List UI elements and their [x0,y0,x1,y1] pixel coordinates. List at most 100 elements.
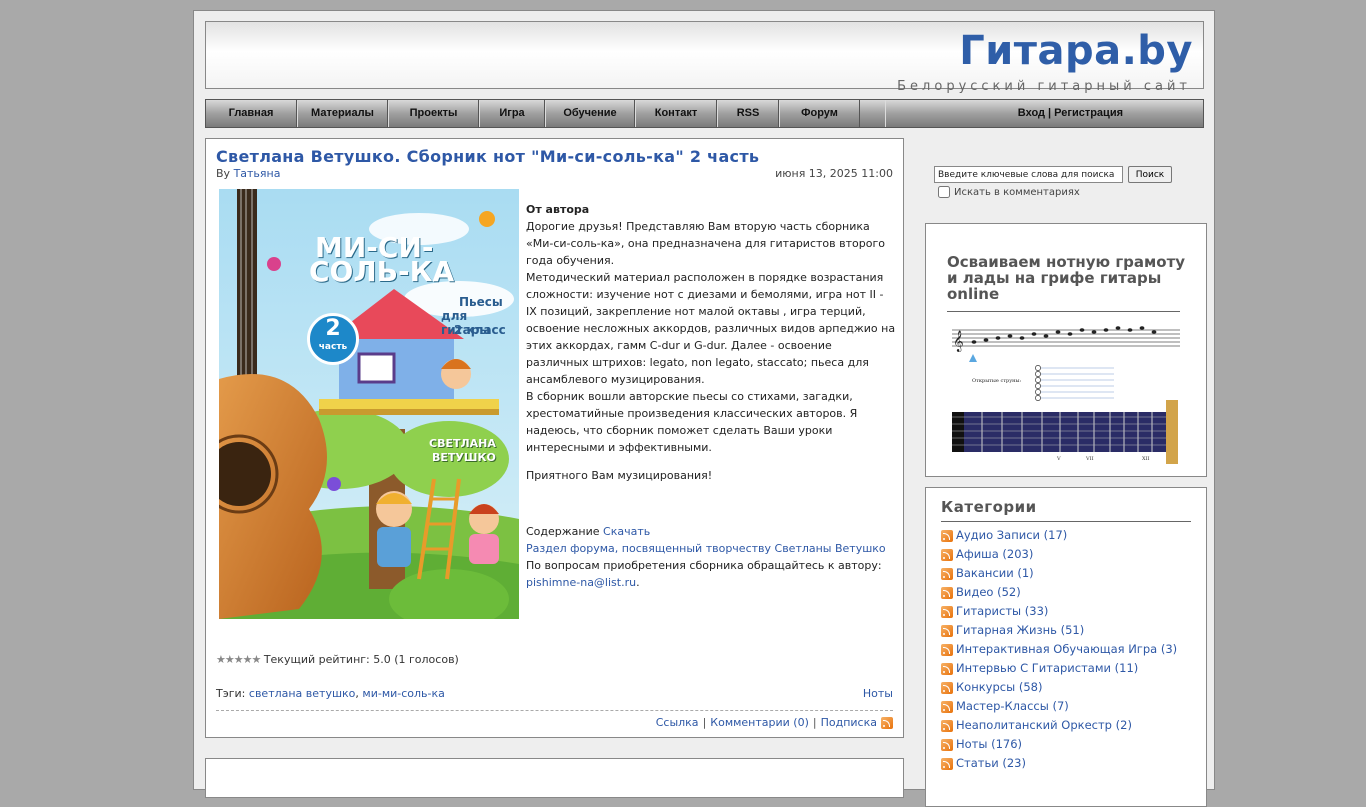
tags-label: Тэги: [216,687,246,700]
post-date: июня 13, 2025 11:00 [775,167,893,180]
category-link[interactable]: Ноты (176) [956,735,1022,754]
fretboard-image[interactable]: 𝄞 Открытые струны: V VII XII [952,324,1182,464]
forum-section-link[interactable]: Раздел форума, посвященный творчеству Св… [526,542,886,555]
fret-mark-v: V [1056,456,1061,462]
category-item[interactable]: Мастер-Классы (7) [941,697,1177,716]
nav-rss[interactable]: RSS [717,100,779,127]
rss-icon[interactable] [941,700,953,713]
rating-stars[interactable]: ★★★★★ [216,653,261,666]
svg-text:𝄞: 𝄞 [953,331,964,352]
fret-mark-vii: VII [1085,456,1094,462]
promo-widget[interactable]: Осваиваем нотную грамоту и лады на грифе… [925,223,1207,477]
post-paragraph: В сборник вошли авторские пьесы со стиха… [526,390,858,454]
category-item[interactable]: Гитаристы (33) [941,602,1177,621]
cover-title-line2: СОЛЬ-КА [309,255,455,288]
category-link[interactable]: Конкурсы (58) [956,678,1042,697]
author-email-link[interactable]: pishimne-na@list.ru [526,576,636,589]
categories-divider [941,521,1191,522]
search-in-comments-label: Искать в комментариях [954,186,1080,198]
category-item[interactable]: Интерактивная Обучающая Игра (3) [941,640,1177,659]
cover-subtitle-line1: Пьесы [459,295,503,309]
nav-home[interactable]: Главная [206,100,297,127]
cover-part-number: 2 [325,316,341,341]
rss-icon[interactable] [941,662,953,675]
category-link[interactable]: Мастер-Классы (7) [956,697,1069,716]
category-link[interactable]: Аудио Записи (17) [956,526,1067,545]
post-category-link[interactable]: Ноты [863,687,893,700]
category-item[interactable]: Видео (52) [941,583,1177,602]
category-link[interactable]: Гитаристы (33) [956,602,1048,621]
tag-link[interactable]: ми-ми-соль-ка [362,687,444,700]
book-cover-image: МИ-СИ- СОЛЬ-КА Пьесы для гитары 2 класс … [219,189,519,619]
nav-login-register[interactable]: Вход | Регистрация [884,100,1203,127]
post-title-link[interactable]: Светлана Ветушко. Сборник нот "Ми-си-сол… [216,147,759,166]
rss-icon[interactable] [941,529,953,542]
download-link[interactable]: Скачать [603,525,650,538]
category-item[interactable]: Аудио Записи (17) [941,526,1177,545]
nav-game[interactable]: Игра [479,100,545,127]
cover-subtitle-line3: 2 класс [454,323,506,337]
next-post-article [205,758,904,798]
contents-label: Содержание [526,525,600,538]
category-item[interactable]: Интервью С Гитаристами (11) [941,659,1177,678]
category-link[interactable]: Афиша (203) [956,545,1033,564]
rss-icon[interactable] [941,586,953,599]
category-link[interactable]: Неаполитанский Оркестр (2) [956,716,1132,735]
category-link[interactable]: Статьи (23) [956,754,1026,773]
nav-contact[interactable]: Контакт [635,100,717,127]
category-link[interactable]: Интерактивная Обучающая Игра (3) [956,640,1177,659]
rating-label: Текущий рейтинг: 5.0 (1 голосов) [263,653,459,666]
nav-materials[interactable]: Материалы [297,100,388,127]
rss-icon[interactable] [941,643,953,656]
search-in-comments-checkbox[interactable] [938,186,950,198]
category-item[interactable]: Вакансии (1) [941,564,1177,583]
rss-icon[interactable] [941,567,953,580]
fret-mark-xii: XII [1142,456,1150,462]
post-tags: Тэги: светлана ветушко, ми-ми-соль-ка [216,687,445,700]
categories-widget: Категории Аудио Записи (17) Афиша (203) … [925,487,1207,807]
category-item[interactable]: Афиша (203) [941,545,1177,564]
subscribe-link[interactable]: Подписка [821,716,877,729]
category-link[interactable]: Интервью С Гитаристами (11) [956,659,1138,678]
permalink-link[interactable]: Ссылка [656,716,699,729]
search-in-comments[interactable]: Искать в комментариях [938,186,1080,198]
rss-icon[interactable] [941,548,953,561]
site-header: Гитара.by Белорусский гитарный сайт [205,21,1204,94]
category-link[interactable]: Видео (52) [956,583,1021,602]
search-button[interactable]: Поиск [1128,166,1172,183]
nav-projects[interactable]: Проекты [388,100,479,127]
nav-forum[interactable]: Форум [779,100,860,127]
rss-icon[interactable] [941,624,953,637]
categories-title: Категории [941,498,1037,516]
category-link[interactable]: Гитарная Жизнь (51) [956,621,1084,640]
post-from-author: От автора [526,203,590,216]
promo-title[interactable]: Осваиваем нотную грамоту и лады на грифе… [947,254,1187,302]
search-input[interactable] [934,166,1123,183]
footer-separator: | [702,716,707,729]
rss-icon[interactable] [941,681,953,694]
purchase-text: По вопросам приобретения сборника обраща… [526,559,882,572]
post-author-link[interactable]: Татьяна [234,167,281,180]
category-item[interactable]: Неаполитанский Оркестр (2) [941,716,1177,735]
cover-part-badge: 2 часть [307,313,359,365]
categories-list: Аудио Записи (17) Афиша (203) Вакансии (… [941,526,1177,773]
category-item[interactable]: Ноты (176) [941,735,1177,754]
post-article: Светлана Ветушко. Сборник нот "Ми-си-сол… [205,138,904,738]
nav-learning[interactable]: Обучение [545,100,635,127]
category-item[interactable]: Гитарная Жизнь (51) [941,621,1177,640]
post-meta: By Татьяна [216,167,280,180]
site-title[interactable]: Гитара.by [959,28,1193,74]
post-paragraph: Методический материал расположен в поряд… [526,271,896,386]
footer-separator: | [812,716,817,729]
rss-icon[interactable] [941,738,953,751]
promo-divider [947,311,1180,312]
rss-icon[interactable] [941,605,953,618]
category-item[interactable]: Конкурсы (58) [941,678,1177,697]
comments-link[interactable]: Комментарии (0) [710,716,809,729]
tag-link[interactable]: светлана ветушко [249,687,356,700]
category-link[interactable]: Вакансии (1) [956,564,1034,583]
post-rating: ★★★★★ Текущий рейтинг: 5.0 (1 голосов) [216,653,459,666]
category-item[interactable]: Статьи (23) [941,754,1177,773]
rss-icon[interactable] [941,719,953,732]
rss-icon[interactable] [881,716,893,729]
